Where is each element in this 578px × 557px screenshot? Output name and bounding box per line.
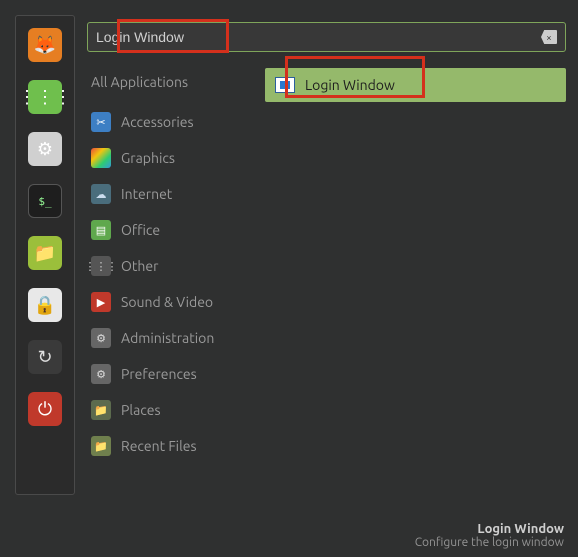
category-sound-video[interactable]: ▶ Sound & Video — [87, 284, 247, 320]
category-label: Internet — [121, 186, 172, 202]
category-label: Recent Files — [121, 438, 197, 454]
files-icon[interactable]: 📁 — [28, 236, 62, 270]
category-label: Graphics — [121, 150, 175, 166]
settings-icon[interactable]: ⚙ — [28, 132, 62, 166]
category-label: Administration — [121, 330, 214, 346]
result-label: Login Window — [305, 77, 395, 93]
firefox-icon[interactable]: 🦊 — [28, 28, 62, 62]
footer-title: Login Window — [415, 522, 564, 536]
category-preferences[interactable]: ⚙ Preferences — [87, 356, 247, 392]
category-label: Accessories — [121, 114, 194, 130]
grid-icon: ⋮⋮⋮ — [91, 256, 111, 276]
launcher: 🦊 ⋮⋮⋮ ⚙ $_ 📁 🔒 ↻ ⏻ — [15, 15, 75, 495]
category-label: Places — [121, 402, 161, 418]
category-other[interactable]: ⋮⋮⋮ Other — [87, 248, 247, 284]
category-label: Preferences — [121, 366, 197, 382]
power-icon[interactable]: ⏻ — [28, 392, 62, 426]
category-internet[interactable]: ☁ Internet — [87, 176, 247, 212]
graphics-icon — [91, 148, 111, 168]
category-accessories[interactable]: ✂ Accessories — [87, 104, 247, 140]
terminal-icon[interactable]: $_ — [28, 184, 62, 218]
scissors-icon: ✂ — [91, 112, 111, 132]
play-icon: ▶ — [91, 292, 111, 312]
app-menu: × All Applications ✂ Accessories Graphics ☁… — [75, 0, 578, 557]
category-label: Other — [121, 258, 158, 274]
preferences-icon: ⚙ — [91, 364, 111, 384]
category-office[interactable]: ▤ Office — [87, 212, 247, 248]
clear-search-icon[interactable]: × — [541, 30, 557, 44]
footer-subtitle: Configure the login window — [415, 536, 564, 549]
category-administration[interactable]: ⚙ Administration — [87, 320, 247, 356]
category-places[interactable]: 📁 Places — [87, 392, 247, 428]
categories-header[interactable]: All Applications — [87, 68, 247, 104]
categories-panel: All Applications ✂ Accessories Graphics ☁ In… — [87, 68, 247, 464]
cloud-icon: ☁ — [91, 184, 111, 204]
login-window-icon — [275, 77, 295, 93]
recent-icon: 📁 — [91, 436, 111, 456]
lock-icon[interactable]: 🔒 — [28, 288, 62, 322]
category-graphics[interactable]: Graphics — [87, 140, 247, 176]
category-label: Sound & Video — [121, 294, 213, 310]
result-login-window[interactable]: Login Window — [265, 68, 566, 102]
category-recent-files[interactable]: 📁 Recent Files — [87, 428, 247, 464]
folder-icon: 📁 — [91, 400, 111, 420]
logout-icon[interactable]: ↻ — [28, 340, 62, 374]
document-icon: ▤ — [91, 220, 111, 240]
search-input[interactable] — [96, 29, 541, 45]
footer-hint: Login Window Configure the login window — [415, 522, 564, 549]
apps-icon[interactable]: ⋮⋮⋮ — [28, 80, 62, 114]
results-panel: Login Window — [265, 68, 566, 464]
category-label: Office — [121, 222, 160, 238]
admin-icon: ⚙ — [91, 328, 111, 348]
search-field[interactable]: × — [87, 22, 566, 52]
